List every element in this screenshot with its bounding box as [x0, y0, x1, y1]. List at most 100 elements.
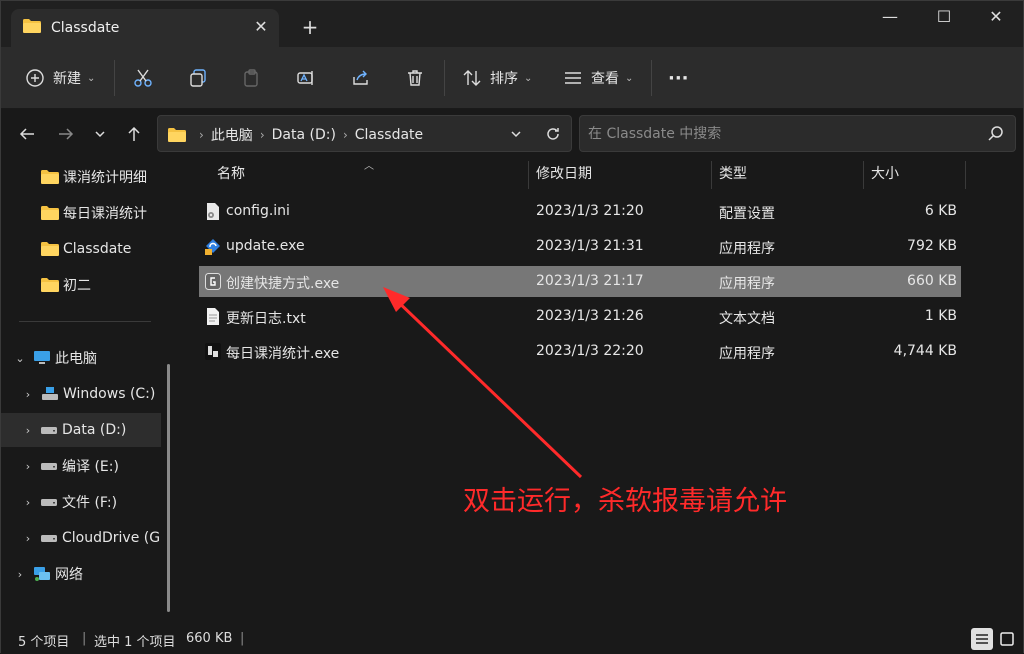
sidebar-scrollbar[interactable] — [167, 364, 170, 612]
plus-circle-icon — [26, 69, 44, 87]
up-button[interactable] — [122, 122, 146, 146]
sidebar-item-label: CloudDrive (G — [62, 530, 161, 546]
annotation-text: 双击运行，杀软报毒请允许 — [463, 486, 787, 517]
file-row-daily-stats-exe[interactable]: 每日课消统计.exe 2023/1/3 22:20 应用程序 4,744 KB — [199, 336, 961, 367]
file-row-update-exe[interactable]: update.exe 2023/1/3 21:31 应用程序 792 KB — [199, 231, 961, 262]
navigation-pane: 课消统计明细 每日课消统计 Classdate 初二 ⌄ 此电脑 › Windo… — [1, 159, 171, 624]
view-icon — [565, 72, 581, 84]
chevron-down-icon — [95, 131, 105, 138]
divider — [651, 60, 652, 96]
divider — [114, 60, 115, 96]
sort-label: 排序 — [490, 71, 518, 87]
sidebar-item-quick-1[interactable]: 每日课消统计 — [1, 196, 161, 230]
refresh-button[interactable] — [542, 123, 564, 145]
sidebar-item-drive-d[interactable]: › Data (D:) — [1, 413, 161, 447]
file-size: 1 KB — [924, 308, 957, 324]
search-icon — [988, 126, 1003, 141]
rename-button[interactable] — [296, 47, 316, 109]
sidebar-item-network[interactable]: › 网络 — [1, 557, 161, 591]
file-row-shortcut-exe[interactable]: 创建快捷方式.exe 2023/1/3 21:17 应用程序 660 KB — [199, 266, 961, 297]
chevron-right-icon[interactable]: › — [21, 496, 35, 509]
sidebar-item-quick-2[interactable]: Classdate — [1, 232, 161, 266]
chevron-right-icon[interactable]: › — [13, 568, 27, 581]
sort-button[interactable]: 排序 ⌄ — [462, 47, 532, 109]
sidebar-item-quick-0[interactable]: 课消统计明细 — [1, 160, 161, 194]
new-label: 新建 — [53, 71, 81, 87]
sidebar-item-drive-f[interactable]: › 文件 (F:) — [1, 485, 161, 519]
paste-button[interactable] — [242, 47, 262, 109]
more-options-button[interactable]: ··· — [668, 47, 689, 109]
minimize-button[interactable]: — — [863, 1, 917, 35]
copy-button[interactable] — [188, 47, 208, 109]
back-button[interactable] — [15, 122, 39, 146]
breadcrumb-data-drive[interactable]: Data (D:) — [272, 127, 336, 143]
column-divider[interactable] — [965, 161, 966, 189]
rename-icon — [297, 71, 313, 85]
chevron-right-icon[interactable]: › — [21, 388, 35, 401]
chevron-right-icon[interactable]: › — [21, 424, 35, 437]
sidebar-item-drive-e[interactable]: › 编译 (E:) — [1, 449, 161, 483]
tab-close-button[interactable]: ✕ — [249, 15, 273, 39]
address-dropdown-button[interactable] — [506, 124, 526, 144]
breadcrumb-this-pc[interactable]: 此电脑 — [211, 125, 253, 145]
sidebar-item-label: 文件 (F:) — [62, 495, 118, 511]
breadcrumb-classdate[interactable]: Classdate — [355, 127, 423, 143]
sidebar-item-this-pc[interactable]: ⌄ 此电脑 — [1, 341, 161, 375]
new-tab-button[interactable]: + — [298, 15, 322, 39]
column-header-name[interactable]: 名称 — [217, 159, 245, 189]
chevron-right-icon[interactable]: › — [21, 460, 35, 473]
forward-button[interactable] — [54, 122, 78, 146]
trash-icon — [408, 70, 422, 86]
chevron-right-icon: › — [342, 128, 348, 142]
file-date: 2023/1/3 21:20 — [536, 203, 644, 219]
view-button[interactable]: 查看 ⌄ — [563, 47, 633, 109]
delete-button[interactable] — [405, 47, 425, 109]
tab-classdate[interactable]: Classdate ✕ — [11, 9, 279, 47]
column-divider[interactable] — [863, 161, 864, 189]
share-button[interactable] — [351, 47, 371, 109]
file-type: 应用程序 — [719, 276, 775, 292]
item-count: 5 个项目 — [18, 635, 70, 650]
drive-icon — [41, 463, 57, 470]
folder-icon — [23, 19, 41, 33]
column-header-type[interactable]: 类型 — [719, 159, 747, 189]
sidebar-item-label: 初二 — [63, 278, 91, 294]
address-bar[interactable]: › 此电脑 › Data (D:) › Classdate — [157, 115, 572, 152]
sidebar-item-drive-g[interactable]: › CloudDrive (G — [1, 521, 161, 555]
sidebar-item-quick-3[interactable]: 初二 — [1, 268, 161, 302]
scissors-icon — [134, 69, 152, 87]
folder-icon — [41, 242, 59, 256]
status-separator: | — [240, 631, 245, 646]
close-button[interactable]: ✕ — [969, 1, 1023, 35]
folder-icon — [41, 278, 59, 292]
cut-button[interactable] — [133, 47, 153, 109]
column-divider[interactable] — [528, 161, 529, 189]
sort-icon — [463, 70, 481, 86]
file-row-config-ini[interactable]: config.ini 2023/1/3 21:20 配置设置 6 KB — [199, 196, 961, 227]
sidebar-item-label: 课消统计明细 — [63, 170, 147, 186]
status-separator: | — [82, 631, 87, 646]
folder-icon — [41, 206, 59, 220]
refresh-icon — [547, 128, 559, 140]
large-icons-view-button[interactable] — [996, 628, 1018, 650]
chevron-right-icon[interactable]: › — [21, 532, 35, 545]
sidebar-item-drive-c[interactable]: › Windows (C:) — [1, 377, 161, 411]
maximize-button[interactable]: ☐ — [917, 1, 971, 35]
file-list: 名称 ︿ 修改日期 类型 大小 config.ini 2023/1/3 21:2… — [181, 159, 1023, 624]
column-header-date[interactable]: 修改日期 — [536, 159, 592, 189]
breadcrumb: › 此电脑 › Data (D:) › Classdate — [168, 125, 423, 145]
chevron-down-icon — [511, 131, 521, 138]
recent-locations-button[interactable] — [88, 122, 112, 146]
file-row-changelog-txt[interactable]: 更新日志.txt 2023/1/3 21:26 文本文档 1 KB — [199, 301, 961, 332]
file-date: 2023/1/3 21:26 — [536, 308, 644, 324]
file-size: 660 KB — [907, 273, 957, 289]
chevron-down-icon[interactable]: ⌄ — [13, 352, 27, 365]
sidebar-item-label: Windows (C:) — [63, 386, 156, 402]
divider — [444, 60, 445, 96]
column-header-size[interactable]: 大小 — [871, 159, 899, 189]
column-divider[interactable] — [711, 161, 712, 189]
search-input[interactable] — [588, 124, 978, 144]
new-button[interactable]: 新建 ⌄ — [25, 47, 95, 109]
search-box[interactable] — [579, 115, 1016, 152]
details-view-button[interactable] — [971, 628, 993, 650]
